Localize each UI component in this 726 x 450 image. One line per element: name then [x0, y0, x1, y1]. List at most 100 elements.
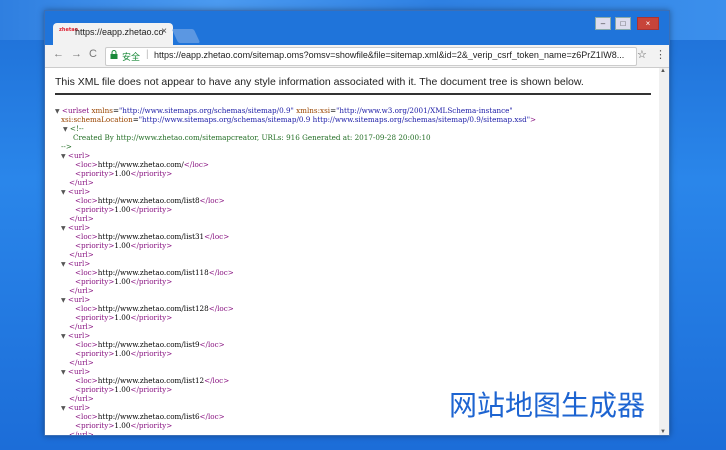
loc-line: <loc>http://www.zhetao.com/list118</loc> [55, 268, 655, 277]
url-open: <url> [67, 367, 91, 376]
comment-text: Created By http://www.zhetao.com/sitemap… [73, 133, 431, 142]
priority-value: 1.00 [114, 241, 131, 250]
collapse-triangle-icon[interactable]: ▼ [61, 333, 66, 340]
scroll-up-icon[interactable]: ▲ [660, 68, 666, 74]
priority-value: 1.00 [114, 313, 131, 322]
priority-value: 1.00 [114, 349, 131, 358]
secure-label: 安全 [122, 52, 141, 62]
loc-line: <loc>http://www.zhetao.com/</loc> [55, 160, 655, 169]
url-close-line: </url> [55, 214, 655, 223]
urlset-open: <urlset [61, 106, 90, 115]
minimize-button[interactable]: – [595, 17, 611, 30]
url-open: <url> [67, 295, 91, 304]
url-close-line: </url> [55, 286, 655, 295]
loc-close: </loc> [208, 304, 234, 313]
page-content: This XML file does not appear to have an… [45, 68, 659, 435]
url-close-line: </url> [55, 178, 655, 187]
reload-icon[interactable]: C [89, 48, 97, 60]
loc-close: </loc> [199, 196, 225, 205]
url-close: </url> [69, 286, 94, 295]
loc-open: <loc> [75, 160, 98, 169]
new-tab-button[interactable] [171, 29, 201, 43]
collapse-triangle-icon[interactable]: ▼ [61, 261, 66, 268]
tab-close-icon[interactable]: × [161, 26, 167, 37]
priority-line: <priority>1.00</priority> [55, 241, 655, 250]
loc-value: http://www.zhetao.com/ [97, 160, 184, 169]
collapse-triangle-icon[interactable]: ▼ [61, 225, 66, 232]
url-open-line: ▼ <url> [55, 151, 655, 160]
loc-value: http://www.zhetao.com/list8 [97, 196, 200, 205]
collapse-triangle-icon[interactable]: ▼ [61, 297, 66, 304]
collapse-triangle-icon[interactable]: ▼ [61, 153, 66, 160]
address-bar[interactable]: 安全 | https://eapp.zhetao.com/sitemap.oms… [105, 47, 637, 66]
tab-title: https://eapp.zhetao.co [75, 27, 164, 37]
urlset-bracket: > [530, 115, 537, 124]
divider [55, 93, 651, 95]
comment-open: <!-- [69, 124, 84, 133]
url-close: </url> [69, 358, 94, 367]
comment-close-line: --> [55, 142, 655, 151]
xml-notice: This XML file does not appear to have an… [55, 76, 584, 88]
loc-line: <loc>http://www.zhetao.com/list9</loc> [55, 340, 655, 349]
url-open: <url> [67, 223, 91, 232]
priority-line: <priority>1.00</priority> [55, 205, 655, 214]
comment-close: --> [61, 142, 72, 151]
url-open-line: ▼ <url> [55, 223, 655, 232]
comment-open-line: ▼ <!-- [55, 124, 655, 133]
priority-close: </priority> [130, 385, 173, 394]
loc-open: <loc> [75, 340, 98, 349]
loc-open: <loc> [75, 412, 98, 421]
loc-open: <loc> [75, 196, 98, 205]
loc-close: </loc> [199, 412, 225, 421]
url-close: </url> [69, 430, 94, 435]
xsi-attr: xmlns:xsi [296, 106, 331, 115]
url-close-line: </url> [55, 358, 655, 367]
loc-close: </loc> [208, 268, 234, 277]
loc-value: http://www.zhetao.com/list128 [97, 304, 209, 313]
browser-window: zhetao https://eapp.zhetao.co × – □ × ← … [44, 10, 670, 436]
url-close: </url> [69, 178, 94, 187]
urlset-line-2: xsi:schemaLocation="http://www.sitemaps.… [61, 115, 537, 124]
url-open-line: ▼ <url> [55, 331, 655, 340]
vertical-scrollbar[interactable]: ▲ ▼ [659, 68, 669, 435]
close-window-button[interactable]: × [637, 17, 659, 30]
collapse-triangle-icon[interactable]: ▼ [63, 126, 68, 133]
loc-value: http://www.zhetao.com/list118 [97, 268, 209, 277]
url-open: <url> [67, 259, 91, 268]
priority-open: <priority> [75, 277, 115, 286]
loc-value: http://www.zhetao.com/list12 [97, 376, 205, 385]
loc-close: </loc> [183, 160, 209, 169]
url-text[interactable]: https://eapp.zhetao.com/sitemap.oms?omsv… [154, 50, 634, 60]
collapse-triangle-icon[interactable]: ▼ [61, 369, 66, 376]
loc-close: </loc> [204, 376, 230, 385]
loc-close: </loc> [204, 232, 230, 241]
loc-open: <loc> [75, 304, 98, 313]
loc-line: <loc>http://www.zhetao.com/list31</loc> [55, 232, 655, 241]
loc-open: <loc> [75, 268, 98, 277]
maximize-button[interactable]: □ [615, 17, 631, 30]
back-icon[interactable]: ← [53, 48, 64, 60]
loc-close: </loc> [199, 340, 225, 349]
browser-toolbar: ← → C 安全 | https://eapp.zhetao.com/sitem… [45, 45, 669, 68]
scroll-down-icon[interactable]: ▼ [660, 429, 666, 435]
loc-value: http://www.zhetao.com/list9 [97, 340, 200, 349]
menu-icon[interactable]: ⋮ [655, 48, 666, 61]
url-close: </url> [69, 250, 94, 259]
url-open-line: ▼ <url> [55, 259, 655, 268]
loc-value: http://www.zhetao.com/list31 [97, 232, 205, 241]
priority-value: 1.00 [114, 421, 131, 430]
priority-open: <priority> [75, 205, 115, 214]
url-open: <url> [67, 331, 91, 340]
schema-val: "http://www.sitemaps.org/schemas/sitemap… [138, 115, 531, 124]
schema-attr: xsi:schemaLocation [61, 115, 133, 124]
forward-icon[interactable]: → [71, 48, 82, 60]
priority-close: </priority> [130, 349, 173, 358]
collapse-triangle-icon[interactable]: ▼ [61, 405, 66, 412]
browser-tab[interactable]: zhetao https://eapp.zhetao.co × [53, 23, 173, 45]
xmlns-attr: xmlns [91, 106, 113, 115]
collapse-triangle-icon[interactable]: ▼ [61, 189, 66, 196]
priority-open: <priority> [75, 241, 115, 250]
loc-line: <loc>http://www.zhetao.com/list8</loc> [55, 196, 655, 205]
bookmark-star-icon[interactable]: ☆ [637, 48, 647, 61]
collapse-triangle-icon[interactable]: ▼ [55, 108, 60, 115]
